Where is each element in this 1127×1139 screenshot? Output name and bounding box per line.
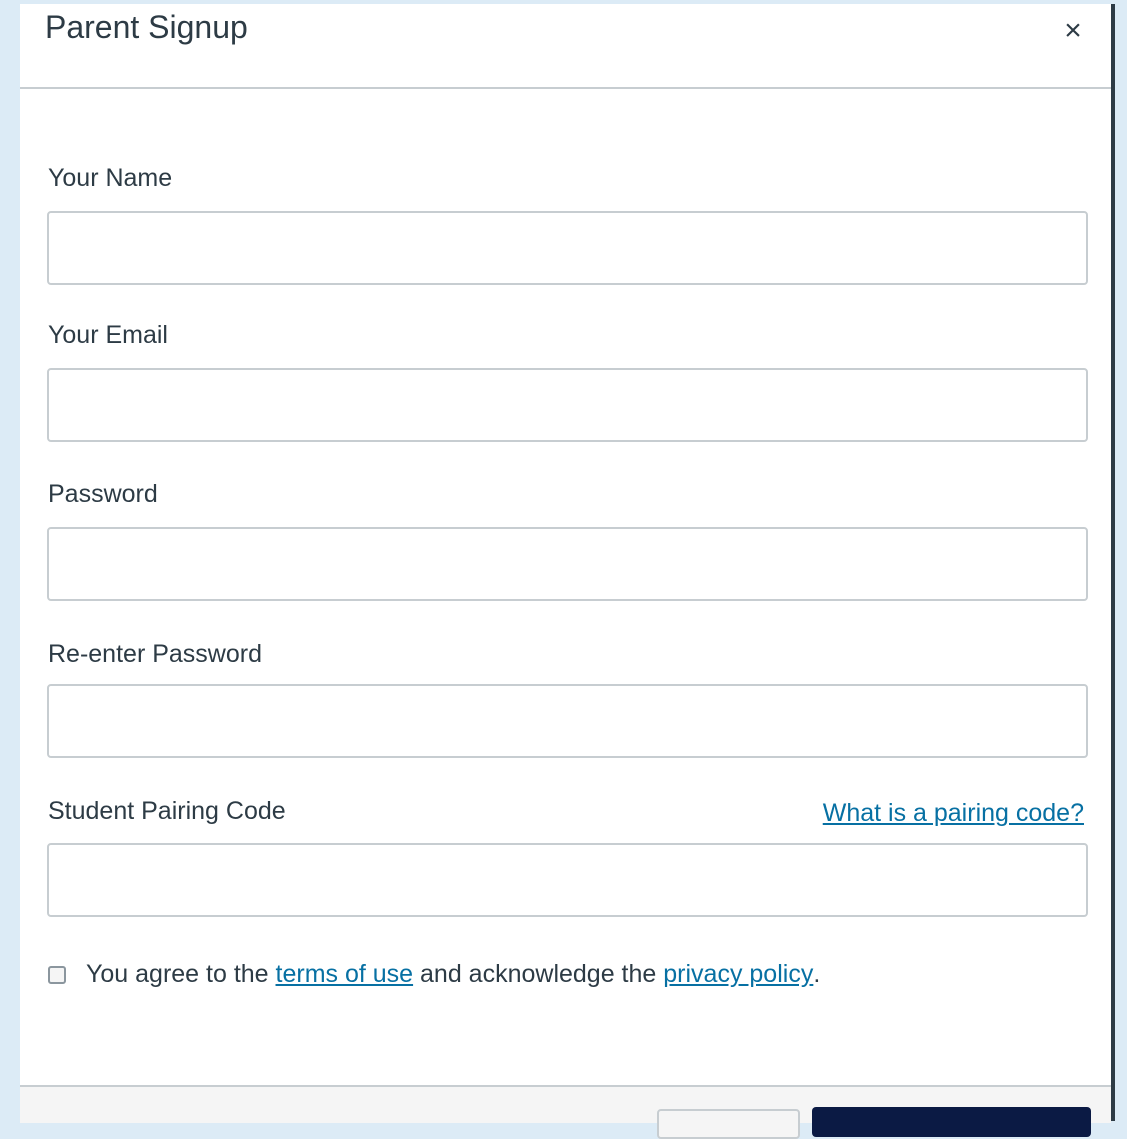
modal-title: Parent Signup [45, 9, 248, 45]
agreement-middle: and acknowledge the [413, 960, 664, 988]
agree-checkbox[interactable] [48, 965, 66, 984]
close-icon: × [1064, 14, 1082, 47]
start-participating-button[interactable] [812, 1107, 1091, 1137]
agreement-prefix: You agree to the [86, 960, 276, 988]
parent-signup-modal: Parent Signup × Your Name Your Email Pas… [20, 4, 1115, 1139]
cancel-button[interactable] [657, 1109, 800, 1139]
agreement-row: You agree to the terms of use and acknow… [48, 960, 820, 989]
email-input[interactable] [47, 368, 1088, 442]
agreement-suffix: . [813, 960, 821, 988]
name-label: Your Name [48, 164, 173, 192]
pairing-code-input[interactable] [47, 843, 1088, 917]
pairing-code-help-link[interactable]: What is a pairing code? [823, 799, 1084, 828]
close-button[interactable]: × [1058, 16, 1088, 46]
terms-of-use-link[interactable]: terms of use [276, 960, 414, 989]
privacy-policy-link[interactable]: privacy policy [663, 960, 813, 989]
reenter-password-label: Re-enter Password [48, 640, 262, 668]
password-label: Password [48, 480, 158, 508]
pairing-code-label: Student Pairing Code [48, 797, 286, 825]
email-label: Your Email [48, 321, 168, 349]
modal-footer [20, 1085, 1111, 1139]
reenter-password-input[interactable] [47, 684, 1088, 758]
name-input[interactable] [47, 211, 1088, 285]
password-input[interactable] [47, 527, 1088, 601]
modal-header: Parent Signup × [20, 4, 1111, 89]
